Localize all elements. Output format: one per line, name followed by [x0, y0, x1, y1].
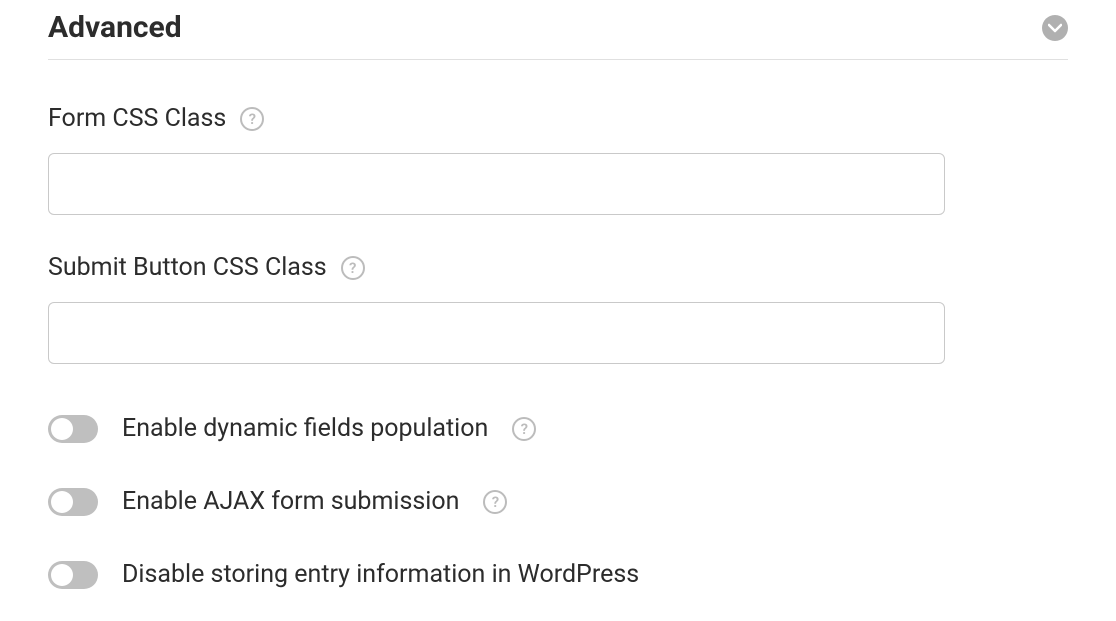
toggles-section: Enable dynamic fields population ? Enabl… [48, 414, 1068, 589]
help-icon[interactable]: ? [240, 107, 264, 131]
toggle-ajax-submission: Enable AJAX form submission ? [48, 487, 1068, 516]
form-css-class-field: Form CSS Class ? [48, 104, 1068, 215]
toggle-switch[interactable] [48, 561, 98, 589]
chevron-down-icon[interactable] [1042, 15, 1068, 41]
help-icon[interactable]: ? [483, 490, 507, 514]
field-label-row: Submit Button CSS Class ? [48, 253, 1068, 282]
toggle-knob [51, 564, 73, 586]
help-icon[interactable]: ? [341, 256, 365, 280]
submit-button-css-class-input[interactable] [48, 302, 945, 364]
toggle-disable-storing: Disable storing entry information in Wor… [48, 560, 1068, 589]
help-icon[interactable]: ? [512, 417, 536, 441]
toggle-label: Enable dynamic fields population [122, 414, 488, 443]
toggle-dynamic-fields: Enable dynamic fields population ? [48, 414, 1068, 443]
toggle-label: Disable storing entry information in Wor… [122, 560, 639, 589]
section-title: Advanced [48, 10, 182, 45]
form-css-class-input[interactable] [48, 153, 945, 215]
submit-button-css-class-field: Submit Button CSS Class ? [48, 253, 1068, 364]
field-label: Form CSS Class [48, 104, 226, 133]
toggle-knob [51, 418, 73, 440]
field-label: Submit Button CSS Class [48, 253, 327, 282]
toggle-label: Enable AJAX form submission [122, 487, 459, 516]
toggle-switch[interactable] [48, 415, 98, 443]
toggle-knob [51, 491, 73, 513]
field-label-row: Form CSS Class ? [48, 104, 1068, 133]
toggle-switch[interactable] [48, 488, 98, 516]
section-header[interactable]: Advanced [48, 10, 1068, 60]
